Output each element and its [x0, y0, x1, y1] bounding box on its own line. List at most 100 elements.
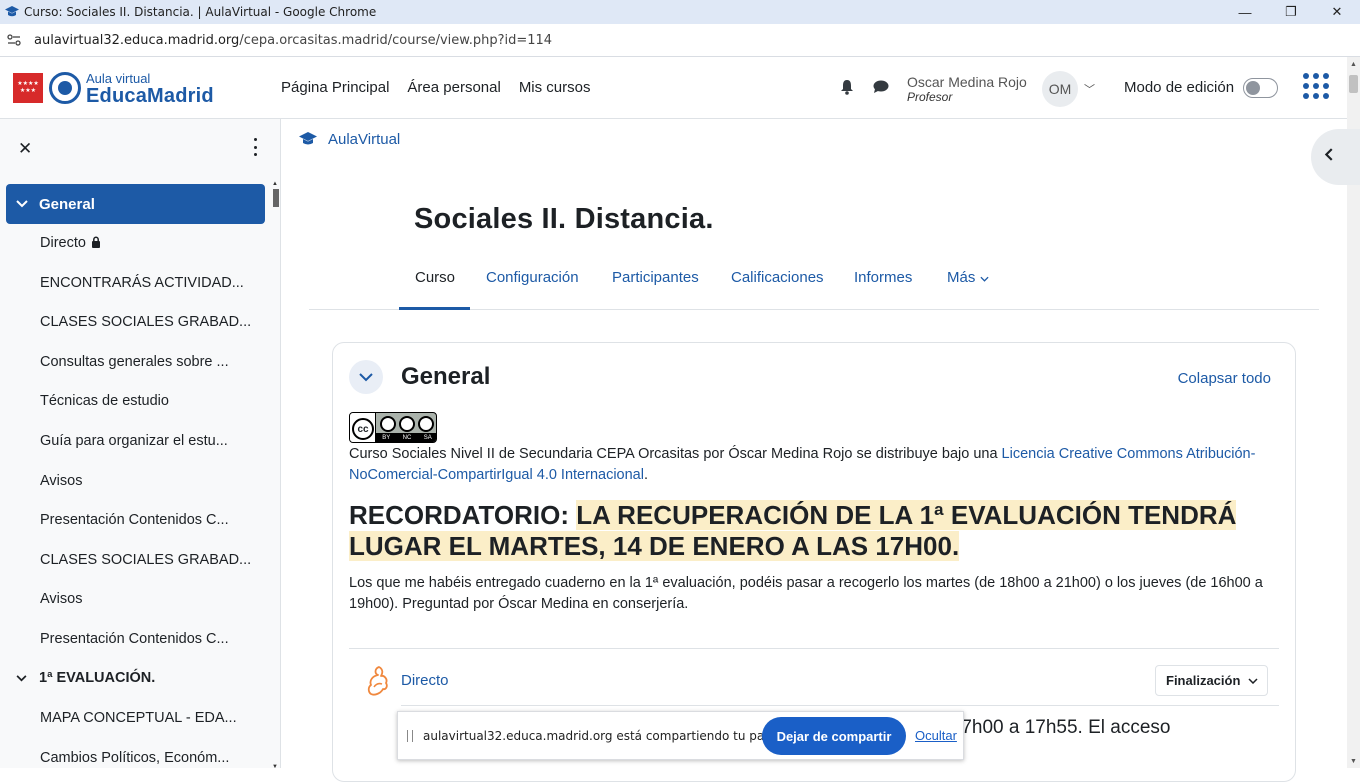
activity-link-directo[interactable]: Directo — [401, 672, 449, 689]
chevron-down-icon[interactable] — [16, 197, 29, 211]
course-index-item[interactable]: Avisos — [40, 473, 82, 489]
section-general-label: General — [39, 195, 95, 213]
course-index-item[interactable]: ENCONTRARÁS ACTIVIDAD... — [40, 275, 244, 291]
course-index-item[interactable]: Consultas generales sobre ... — [40, 354, 229, 370]
window-controls: — ❐ ✕ — [1222, 0, 1360, 24]
educamadrid-logo-icon[interactable] — [49, 72, 81, 104]
chevron-down-icon — [359, 372, 373, 381]
site-settings-icon[interactable] — [7, 34, 21, 46]
cc-sa-label: SA — [423, 434, 432, 441]
nav-my-courses[interactable]: Mis cursos — [519, 79, 591, 96]
drawer-scrollbar[interactable]: ▲ ▼ — [272, 181, 280, 768]
scroll-up-arrow-icon[interactable]: ▲ — [1350, 61, 1357, 68]
chevron-down-icon[interactable] — [16, 673, 28, 685]
edit-mode-toggle[interactable] — [1243, 78, 1278, 98]
course-index-item[interactable]: MAPA CONCEPTUAL - EDA... — [40, 710, 237, 726]
madrid-stars: ★★★★ ★★★ — [17, 81, 39, 94]
logo-title[interactable]: EducaMadrid — [86, 85, 214, 108]
logo-subtitle[interactable]: Aula virtual — [86, 71, 150, 86]
license-suffix: . — [643, 467, 648, 483]
url-host: aulavirtual32.educa.madrid.org — [34, 32, 240, 48]
tab-informes[interactable]: Informes — [854, 269, 912, 286]
drawer-options-kebab-icon[interactable] — [251, 138, 259, 156]
sharealike-icon — [418, 416, 434, 432]
url-text[interactable]: aulavirtual32.educa.madrid.org/cepa.orca… — [34, 33, 552, 48]
chevron-down-icon — [1248, 676, 1258, 686]
url-path: /cepa.orcasitas.madrid/course/view.php?i… — [239, 32, 553, 48]
course-index-drawer: ✕ General Directo ENCONTRARÁS ACTIVIDAD.… — [0, 119, 281, 768]
collapse-all-link[interactable]: Colapsar todo — [1178, 370, 1271, 387]
course-index-item[interactable]: Presentación Contenidos C... — [40, 512, 229, 528]
browser-titlebar: Curso: Sociales II. Distancia. | AulaVir… — [0, 0, 1360, 24]
hide-banner-link[interactable]: Ocultar — [915, 728, 957, 743]
cc-logo-icon: cc — [352, 418, 374, 440]
messages-chat-icon[interactable] — [873, 80, 889, 94]
user-name[interactable]: Oscar Medina Rojo — [907, 74, 1027, 90]
license-prefix: Curso Sociales Nivel II de Secundaria CE… — [349, 446, 1002, 462]
active-tab-indicator — [399, 307, 470, 310]
close-window-button[interactable]: ✕ — [1314, 0, 1360, 24]
drawer-scrollbar-thumb[interactable] — [273, 189, 279, 207]
chevron-down-icon — [979, 276, 989, 282]
screen-share-banner: aulavirtual32.educa.madrid.org está comp… — [397, 711, 964, 760]
breadcrumb-aulavirtual[interactable]: AulaVirtual — [328, 131, 400, 148]
cc-by-label: BY — [382, 434, 391, 441]
page-scrollbar-thumb[interactable] — [1349, 75, 1358, 93]
creative-commons-badge[interactable]: cc BY NC SA — [349, 412, 437, 443]
tab-configuracion[interactable]: Configuración — [486, 269, 579, 286]
course-index-item[interactable]: CLASES SOCIALES GRABAD... — [40, 314, 251, 330]
comunidad-madrid-logo[interactable]: ★★★★ ★★★ — [13, 73, 43, 103]
bigbluebutton-activity-icon[interactable] — [365, 665, 389, 697]
chevron-left-icon — [1324, 148, 1333, 166]
lock-icon — [91, 236, 101, 252]
open-block-drawer-button[interactable] — [1311, 129, 1360, 185]
tab-participantes[interactable]: Participantes — [612, 269, 699, 286]
nav-dashboard[interactable]: Área personal — [407, 79, 500, 96]
drawer-scroll-down-icon[interactable]: ▼ — [272, 764, 278, 768]
course-index-item-directo[interactable]: Directo — [40, 235, 101, 252]
activity-description-border — [401, 705, 1279, 706]
attribution-icon — [380, 416, 396, 432]
user-menu-chevron-down-icon[interactable]: ﹀ — [1084, 81, 1095, 97]
tab-mas[interactable]: Más — [947, 269, 989, 286]
stop-sharing-button[interactable]: Dejar de compartir — [762, 717, 906, 755]
primary-navigation: Página Principal Área personal Mis curso… — [281, 79, 591, 96]
restore-button[interactable]: ❐ — [1268, 0, 1314, 24]
tab-calificaciones[interactable]: Calificaciones — [731, 269, 824, 286]
course-index-section-general[interactable]: General — [6, 184, 265, 224]
course-index-item[interactable]: Guía para organizar el estu... — [40, 433, 228, 449]
course-index-item[interactable]: Avisos — [40, 591, 82, 607]
course-index-item[interactable]: CLASES SOCIALES GRABAD... — [40, 552, 251, 568]
drawer-scroll-up-icon[interactable]: ▲ — [272, 181, 278, 187]
section-divider — [349, 648, 1279, 649]
tab-curso[interactable]: Curso — [415, 269, 455, 286]
course-index-item[interactable]: Presentación Contenidos C... — [40, 631, 229, 647]
reminder-note: Los que me habéis entregado cuaderno en … — [349, 575, 1263, 612]
license-paragraph: Curso Sociales Nivel II de Secundaria CE… — [349, 444, 1279, 486]
minimize-button[interactable]: — — [1222, 0, 1268, 24]
completion-label: Finalización — [1166, 673, 1241, 688]
notifications-bell-icon[interactable] — [840, 79, 854, 95]
course-index-item[interactable]: Técnicas de estudio — [40, 393, 169, 409]
user-avatar[interactable]: OM — [1042, 71, 1078, 107]
share-message: aulavirtual32.educa.madrid.org está comp… — [423, 728, 802, 743]
cc-badge-left-panel: cc — [350, 413, 376, 442]
drag-handle-icon[interactable] — [407, 729, 413, 742]
address-bar[interactable]: aulavirtual32.educa.madrid.org/cepa.orca… — [0, 24, 1360, 57]
nav-home[interactable]: Página Principal — [281, 79, 389, 96]
completion-dropdown[interactable]: Finalización — [1155, 665, 1268, 696]
graduation-cap-icon — [299, 132, 317, 145]
section-title: General — [401, 363, 491, 390]
cc-license-strip: BY NC SA — [376, 433, 436, 442]
course-index-item[interactable]: Cambios Políticos, Económ... — [40, 750, 229, 766]
reminder-lead: RECORDATORIO: — [349, 500, 577, 530]
noncommercial-icon — [399, 416, 415, 432]
close-drawer-icon[interactable]: ✕ — [18, 139, 32, 159]
apps-grid-icon[interactable] — [1303, 73, 1329, 99]
course-index-section-1-evaluacion[interactable]: 1ª EVALUACIÓN. — [16, 670, 155, 686]
index-item-label: Directo — [40, 235, 86, 251]
scroll-down-arrow-icon[interactable]: ▼ — [1350, 758, 1357, 765]
collapse-section-button[interactable] — [349, 360, 383, 394]
page-title: Sociales II. Distancia. — [414, 203, 714, 235]
reminder-heading: RECORDATORIO: LA RECUPERACIÓN DE LA 1ª E… — [349, 500, 1279, 562]
